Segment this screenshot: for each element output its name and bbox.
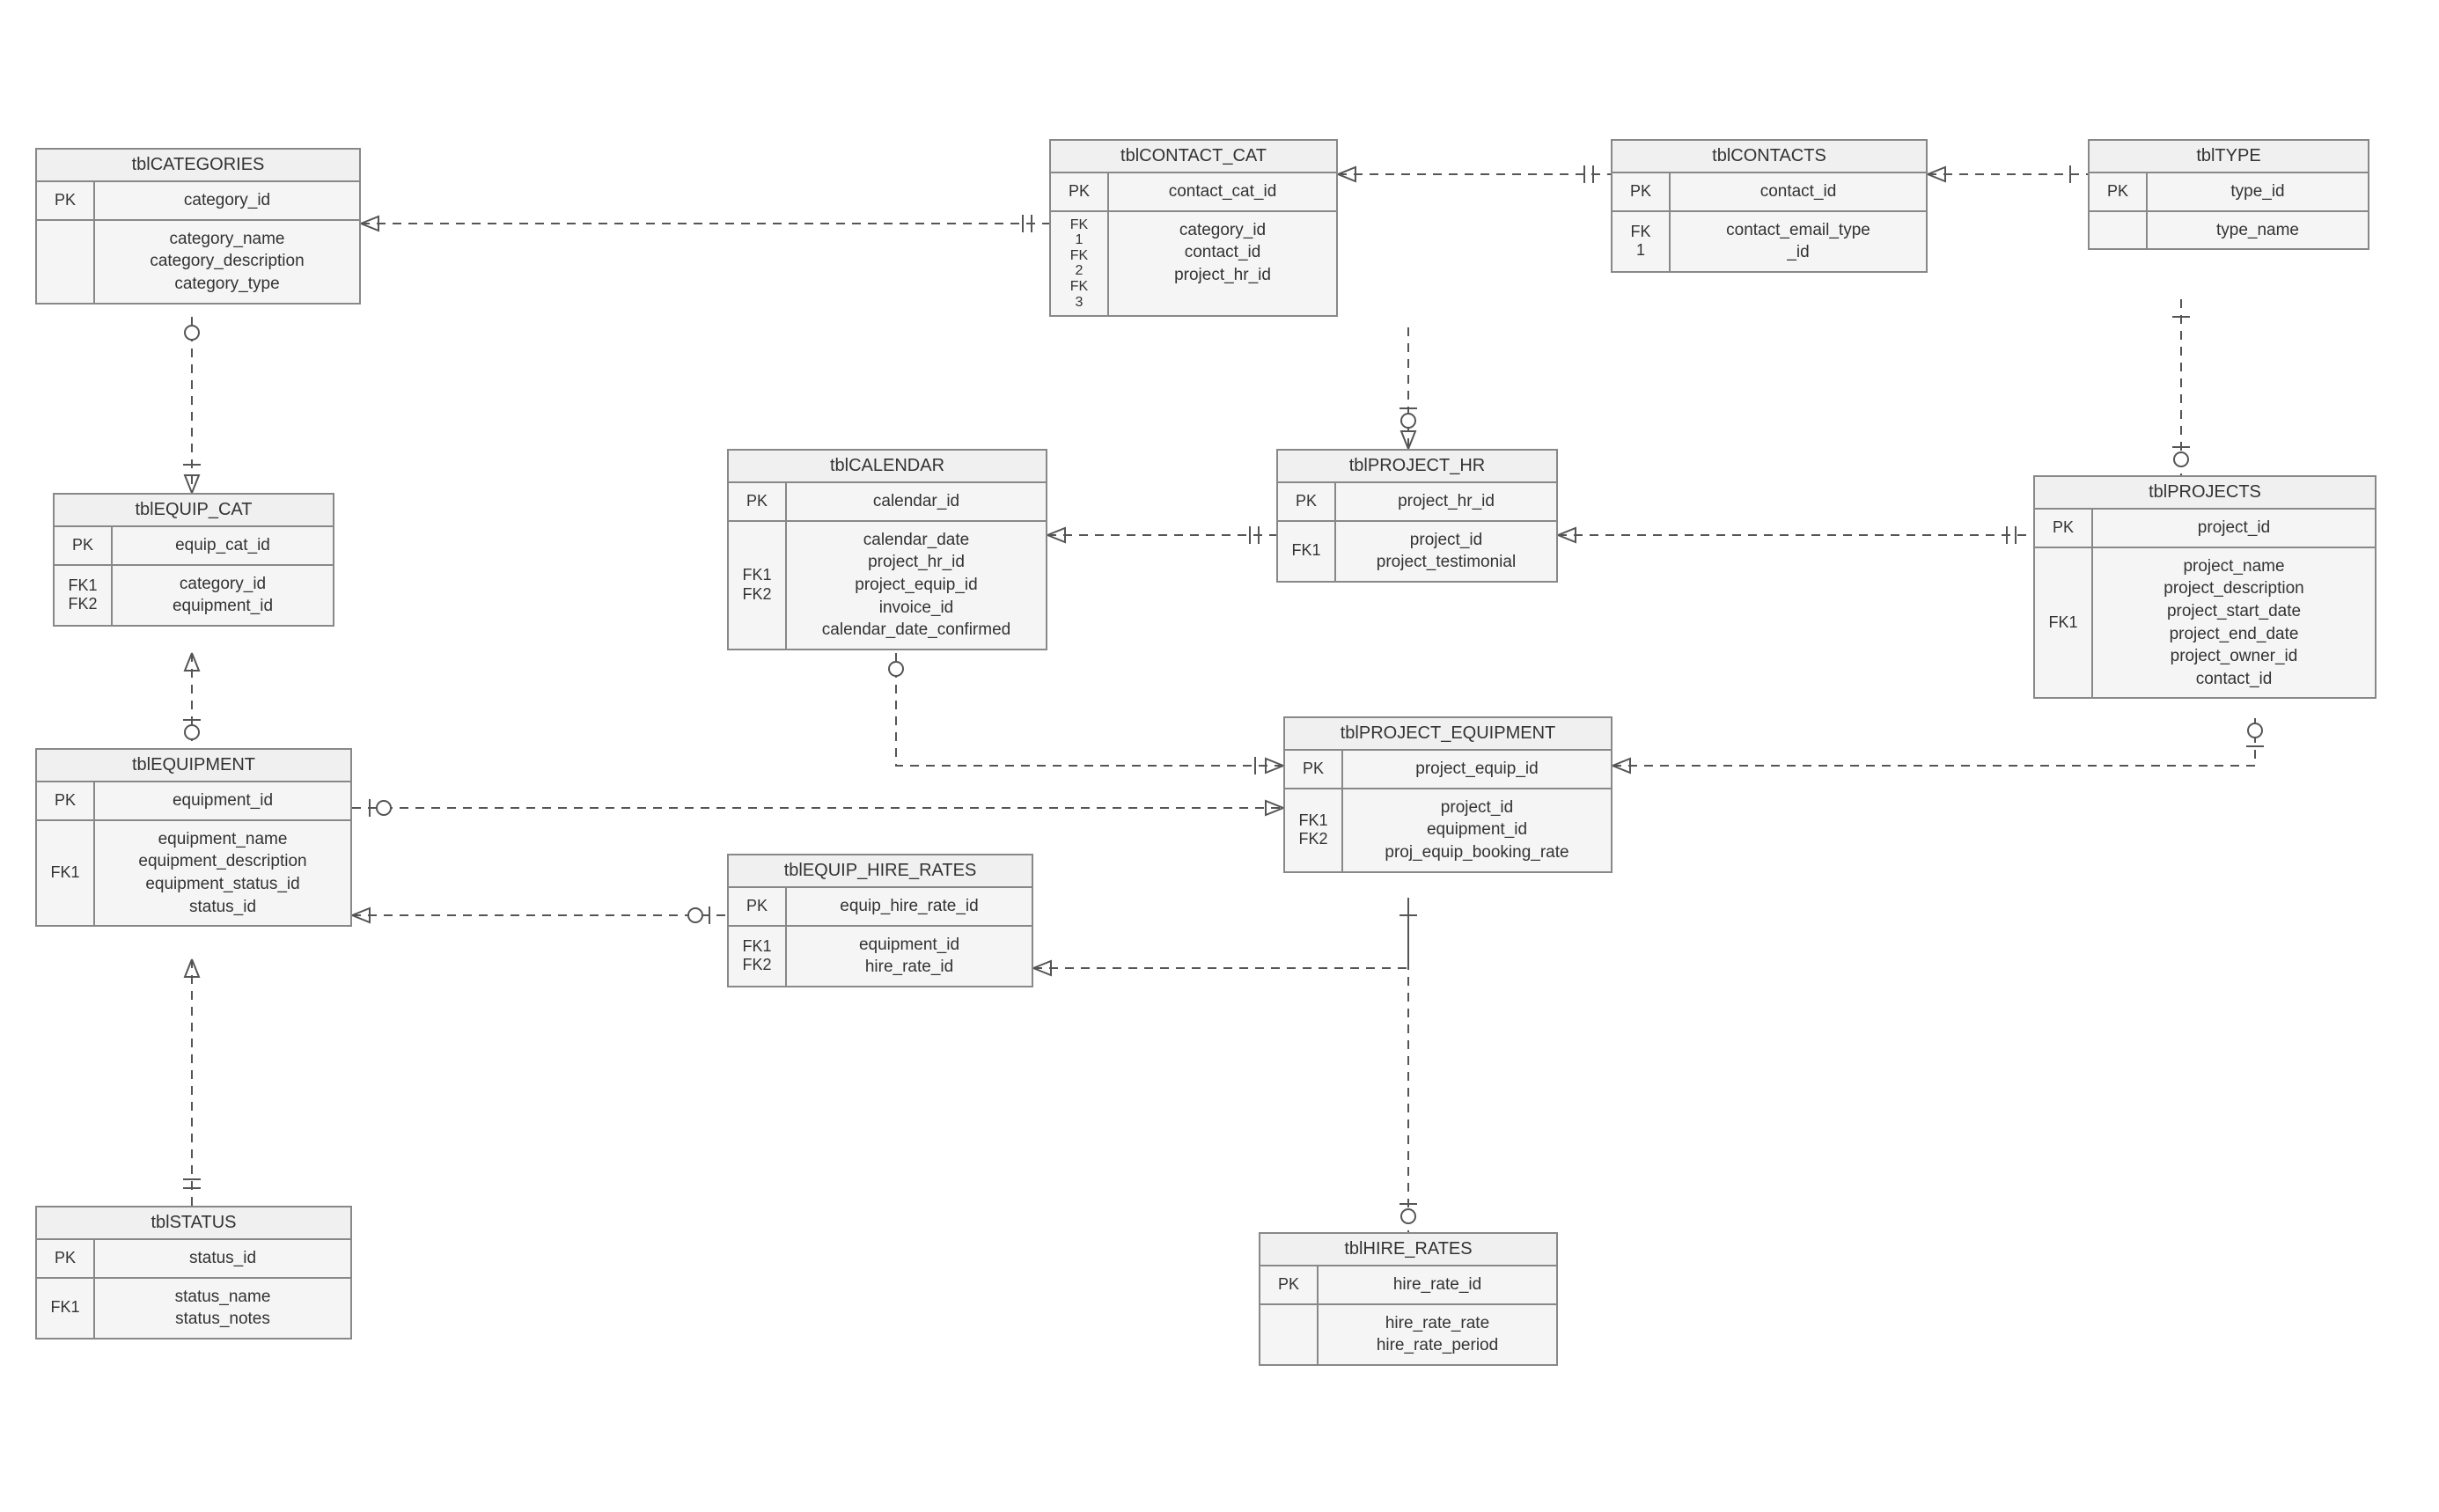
- entity-categories: tblCATEGORIES PK category_id category_na…: [35, 148, 361, 305]
- attr-key: FK1: [2035, 548, 2093, 698]
- pk-field: contact_id: [1671, 173, 1926, 210]
- attr-key: [1260, 1305, 1319, 1364]
- attr-key: FK1: [1278, 522, 1336, 581]
- attr-list: status_namestatus_notes: [95, 1279, 350, 1338]
- pk-label: PK: [37, 182, 95, 219]
- pk-field: project_id: [2093, 510, 2375, 547]
- entity-type: tblTYPE PK type_id type_name: [2088, 139, 2369, 250]
- er-diagram-canvas: tblCATEGORIES PK category_id category_na…: [0, 0, 2439, 1512]
- entity-contacts: tblCONTACTS PK contact_id FK1 contact_em…: [1611, 139, 1928, 273]
- entity-equipment: tblEQUIPMENT PK equipment_id FK1 equipme…: [35, 748, 352, 927]
- pk-field: project_hr_id: [1336, 483, 1556, 520]
- pk-label: PK: [1278, 483, 1336, 520]
- attr-list: contact_email_type_id: [1671, 212, 1926, 271]
- entity-project-hr: tblPROJECT_HR PK project_hr_id FK1 proje…: [1276, 449, 1558, 583]
- attr-key: FK1FK2FK3: [1051, 212, 1109, 316]
- attr-key: FK1FK2: [55, 566, 113, 625]
- entity-title: tblCONTACTS: [1613, 141, 1926, 173]
- entity-project-equipment: tblPROJECT_EQUIPMENT PK project_equip_id…: [1283, 716, 1613, 873]
- attr-list: calendar_dateproject_hr_idproject_equip_…: [787, 522, 1046, 649]
- attr-list: equipment_idhire_rate_id: [787, 927, 1032, 986]
- pk-field: hire_rate_id: [1319, 1266, 1556, 1303]
- entity-title: tblCATEGORIES: [37, 150, 359, 182]
- entity-title: tblTYPE: [2090, 141, 2368, 173]
- pk-label: PK: [1613, 173, 1671, 210]
- entity-title: tblEQUIPMENT: [37, 750, 350, 782]
- attr-list: category_idequipment_id: [113, 566, 333, 625]
- entity-hire-rates: tblHIRE_RATES PK hire_rate_id hire_rate_…: [1259, 1232, 1558, 1366]
- attr-list: project_nameproject_descriptionproject_s…: [2093, 548, 2375, 698]
- entity-calendar: tblCALENDAR PK calendar_id FK1FK2 calend…: [727, 449, 1047, 650]
- entity-title: tblHIRE_RATES: [1260, 1234, 1556, 1266]
- entity-contact-cat: tblCONTACT_CAT PK contact_cat_id FK1FK2F…: [1049, 139, 1338, 317]
- pk-field: category_id: [95, 182, 359, 219]
- pk-field: contact_cat_id: [1109, 173, 1336, 210]
- attr-list: category_namecategory_descriptioncategor…: [95, 221, 359, 303]
- pk-field: calendar_id: [787, 483, 1046, 520]
- attr-list: category_idcontact_idproject_hr_id: [1109, 212, 1336, 316]
- attr-key: FK1: [1613, 212, 1671, 271]
- entity-title: tblPROJECT_HR: [1278, 451, 1556, 483]
- entity-projects: tblPROJECTS PK project_id FK1 project_na…: [2033, 475, 2377, 699]
- attr-key: FK1FK2: [1285, 789, 1343, 871]
- entity-status: tblSTATUS PK status_id FK1 status_namest…: [35, 1206, 352, 1340]
- pk-label: PK: [1285, 751, 1343, 788]
- pk-label: PK: [1051, 173, 1109, 210]
- pk-label: PK: [2035, 510, 2093, 547]
- attr-list: project_idproject_testimonial: [1336, 522, 1556, 581]
- pk-label: PK: [55, 527, 113, 564]
- attr-list: equipment_nameequipment_descriptionequip…: [95, 821, 350, 926]
- entity-title: tblSTATUS: [37, 1207, 350, 1240]
- attr-list: hire_rate_ratehire_rate_period: [1319, 1305, 1556, 1364]
- pk-field: equipment_id: [95, 782, 350, 819]
- attr-key: FK1FK2: [729, 522, 787, 649]
- pk-field: equip_hire_rate_id: [787, 888, 1032, 925]
- entity-title: tblPROJECT_EQUIPMENT: [1285, 718, 1611, 751]
- entity-equip-hire-rates: tblEQUIP_HIRE_RATES PK equip_hire_rate_i…: [727, 854, 1033, 987]
- entity-title: tblCALENDAR: [729, 451, 1046, 483]
- pk-label: PK: [729, 888, 787, 925]
- pk-field: equip_cat_id: [113, 527, 333, 564]
- attr-key: [2090, 212, 2148, 249]
- pk-label: PK: [37, 782, 95, 819]
- pk-label: PK: [1260, 1266, 1319, 1303]
- pk-label: PK: [2090, 173, 2148, 210]
- pk-field: project_equip_id: [1343, 751, 1611, 788]
- pk-field: type_id: [2148, 173, 2368, 210]
- attr-key: FK1: [37, 1279, 95, 1338]
- entity-title: tblEQUIP_HIRE_RATES: [729, 855, 1032, 888]
- entity-title: tblPROJECTS: [2035, 477, 2375, 510]
- attr-list: project_idequipment_idproj_equip_booking…: [1343, 789, 1611, 871]
- attr-list: type_name: [2148, 212, 2368, 249]
- pk-field: status_id: [95, 1240, 350, 1277]
- entity-title: tblEQUIP_CAT: [55, 495, 333, 527]
- entity-title: tblCONTACT_CAT: [1051, 141, 1336, 173]
- attr-key: FK1: [37, 821, 95, 926]
- attr-key: [37, 221, 95, 303]
- attr-key: FK1FK2: [729, 927, 787, 986]
- pk-label: PK: [37, 1240, 95, 1277]
- pk-label: PK: [729, 483, 787, 520]
- entity-equip-cat: tblEQUIP_CAT PK equip_cat_id FK1FK2 cate…: [53, 493, 334, 627]
